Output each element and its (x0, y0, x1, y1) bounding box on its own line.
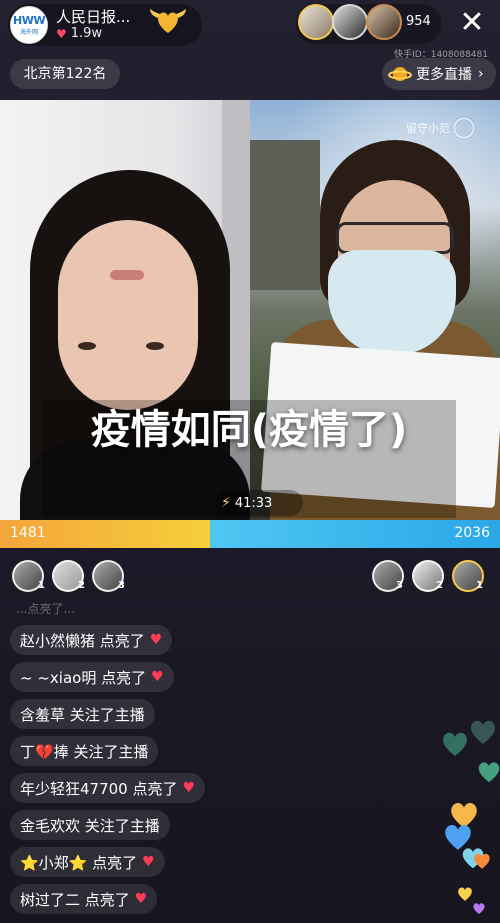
comment-row: 含羞草 关注了主播 (10, 692, 270, 729)
eye (146, 342, 164, 350)
pk-score-bar: 1481 2036 (0, 520, 500, 548)
follow-button[interactable] (148, 4, 188, 38)
host-logo-subtext: 海外网 (19, 29, 38, 36)
more-live-button[interactable]: 更多直播 › (382, 58, 496, 90)
pk-right-score: 2036 (454, 525, 490, 541)
comment-item[interactable]: 赵小然懒猪 点亮了 ♥ (10, 625, 173, 655)
faded-comment: ...点亮了... (16, 602, 75, 616)
golden-heart-wings-icon (150, 9, 186, 33)
pk-timer: ⚡ 41:33 (215, 490, 303, 516)
comment-item[interactable]: 金毛欢欢 关注了主播 (10, 810, 170, 840)
heart-icon: ♥ (149, 632, 163, 648)
comment-text: 丁💔捧 关注了主播 (20, 742, 149, 761)
planet-icon (388, 67, 412, 81)
comment-row: ⭐小郑⭐ 点亮了 ♥ (10, 840, 270, 877)
heart-icon: ♥ (182, 780, 196, 796)
live-stream-screen: HWW 海外网 人民日报... ♥ 1.9w 954 ✕ 快手ID：140808… (0, 0, 500, 923)
comment-text: 树过了二 点亮了 (20, 890, 130, 909)
top-viewer-avatar[interactable] (366, 4, 402, 40)
comment-text: 金毛欢欢 关注了主播 (20, 816, 160, 835)
comment-item[interactable]: 年少轻狂47700 点亮了 ♥ (10, 773, 206, 803)
comment-text: 含羞草 关注了主播 (20, 705, 145, 724)
comment-row: 赵小然懒猪 点亮了 ♥ (10, 618, 270, 655)
chevron-right-icon: › (478, 66, 484, 82)
heart-icon: ♥ (151, 669, 164, 685)
comment-row: ~ ~xiao明 点亮了 ♥ (10, 655, 270, 692)
contributor-rank: 3 (118, 580, 125, 591)
comment-text: ⭐小郑⭐ 点亮了 (20, 853, 138, 872)
close-icon[interactable]: ✕ (458, 8, 486, 38)
pk-right-score-bar: 2036 (210, 520, 500, 548)
guest-watermark: 留守小范 (406, 118, 474, 138)
comment-text: 赵小然懒猪 点亮了 (20, 631, 145, 650)
lips (110, 270, 144, 280)
headline-caption: 疫情如同(疫情了) (90, 407, 408, 453)
comment-item[interactable]: ~ ~xiao明 点亮了 ♥ (10, 662, 174, 692)
heart-icon: ♥ (56, 27, 67, 41)
comment-item[interactable]: 丁💔捧 关注了主播 (10, 736, 159, 766)
comment-feed[interactable]: ...点亮了... 赵小然懒猪 点亮了 ♥ ~ ~xiao明 点亮了 ♥ 含羞草 关注了… (10, 600, 270, 914)
host-logo-text: HWW (13, 14, 45, 27)
pk-left-score: 1481 (10, 525, 46, 541)
host-likes: ♥ 1.9w (56, 26, 130, 42)
comment-item[interactable]: 树过了二 点亮了 ♥ (10, 884, 158, 914)
host-avatar[interactable]: HWW 海外网 (10, 6, 48, 44)
comment-item[interactable]: ⭐小郑⭐ 点亮了 ♥ (10, 847, 165, 877)
floating-heart-icon (458, 887, 472, 901)
pk-left-score-bar: 1481 (0, 520, 210, 548)
watermark-icon (454, 118, 474, 138)
comment-row: 丁💔捧 关注了主播 (10, 729, 270, 766)
heart-icon: ♥ (134, 891, 148, 907)
comment-row: 金毛欢欢 关注了主播 (10, 803, 270, 840)
pk-timer-text: 41:33 (234, 495, 273, 511)
host-likes-count: 1.9w (70, 26, 103, 41)
building (250, 140, 320, 290)
floating-heart-icon (443, 732, 467, 756)
top-viewer-avatar[interactable] (332, 4, 368, 40)
more-live-label: 更多直播 (416, 67, 472, 83)
eye (78, 342, 96, 350)
contributor-rank: 2 (78, 580, 85, 591)
contributor-rank: 1 (476, 580, 483, 591)
comment-text: 年少轻狂47700 点亮了 (20, 779, 178, 798)
heart-icon: ♥ (142, 854, 155, 870)
comment-item[interactable]: 含羞草 关注了主播 (10, 699, 155, 729)
contributor-rank: 3 (396, 580, 403, 591)
floating-heart-icon (478, 762, 500, 783)
host-text-block: 人民日报... ♥ 1.9w (56, 8, 130, 42)
floating-heart-icon (473, 903, 485, 915)
contributor-rank: 1 (38, 580, 45, 591)
lightning-icon: ⚡ (221, 495, 231, 511)
contributor-rank: 2 (436, 580, 443, 591)
host-face (58, 220, 198, 410)
floating-heart-icon (474, 853, 490, 869)
host-name: 人民日报... (56, 8, 131, 26)
viewer-count[interactable]: 954 (406, 14, 431, 29)
comment-row: 树过了二 点亮了 ♥ (10, 877, 270, 914)
top-viewer-avatar[interactable] (298, 4, 334, 40)
comment-text: ~ ~xiao明 点亮了 (20, 668, 147, 687)
comment-row: 年少轻狂47700 点亮了 ♥ (10, 766, 270, 803)
watermark-text: 留守小范 (406, 122, 450, 135)
city-rank-badge[interactable]: 北京第122名 (10, 59, 120, 89)
floating-heart-icon (471, 720, 495, 744)
